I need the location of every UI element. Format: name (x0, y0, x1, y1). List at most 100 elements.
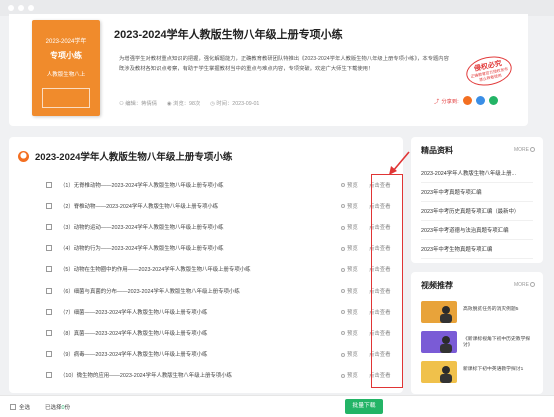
resource-header-card: 2023-2024学年 专项小练 人教版生物八上 2023-2024学年人教版生… (9, 14, 528, 126)
cover-subtitle: 人教版生物八上 (46, 72, 86, 78)
preview-icon (341, 331, 345, 336)
videos-more-link[interactable]: MORE (514, 282, 535, 288)
resources-more-link[interactable]: MORE (514, 147, 535, 153)
window-dot-3 (28, 5, 34, 11)
file-title[interactable]: （4）动物的行为——2023-2024学年人教版生物八年级上册专项小练 (60, 244, 224, 252)
teacher-portrait-icon (440, 366, 452, 383)
resource-link[interactable]: 2023年中考历史真题专项汇编（最新中） (421, 207, 519, 215)
row-checkbox[interactable] (46, 223, 52, 230)
row-checkbox[interactable] (46, 266, 52, 273)
wechat-share-icon[interactable] (488, 96, 498, 105)
divider (421, 258, 533, 259)
time-label: 时间： (216, 101, 233, 107)
preview-icon (341, 352, 345, 357)
teacher-portrait-icon (440, 336, 452, 353)
divider (421, 220, 533, 221)
table-row: （10）微生物的应用——2023-2024学年人教版生物八年级上册专项小练 预览点… (9, 365, 403, 386)
resource-description: 为增强学生对教材重点知识的把握，强化解题能力，正确教育教研团队特推出《2023-… (119, 56, 449, 72)
editor-name: 蒋倩倩 (141, 101, 158, 107)
file-title[interactable]: （8）真菌——2023-2024学年人教版生物八年级上册专项小练 (60, 329, 207, 337)
preview-icon (341, 183, 345, 188)
row-checkbox[interactable] (46, 308, 52, 315)
list-title: 2023-2024学年人教版生物八年级上册专项小练 (35, 152, 233, 163)
resources-panel: 精品资料 MORE 2023-2024学年人教版生物八年级上册... 2023年中… (411, 137, 543, 263)
time-value: 2023-09-01 (232, 101, 260, 107)
file-title[interactable]: （3）动物的运动——2023-2024学年人教版生物八年级上册专项小练 (60, 223, 224, 231)
file-title[interactable]: （10）微生物的应用——2023-2024学年人教版生物八年级上册专项小练 (60, 371, 232, 379)
video-title[interactable]: 高效脱贫任务的消灭例题5 (463, 307, 535, 313)
row-checkbox[interactable] (46, 372, 52, 379)
cover-title: 专项小练 (50, 51, 82, 60)
preview-button[interactable]: 预览 (341, 287, 358, 295)
share-icon: ⤴ (434, 98, 440, 105)
preview-button[interactable]: 预览 (341, 265, 358, 273)
preview-label: 预览 (347, 288, 358, 295)
more-icon (530, 282, 535, 288)
row-checkbox[interactable] (46, 329, 52, 336)
preview-icon (341, 246, 345, 251)
divider (421, 201, 533, 202)
resource-link[interactable]: 2023年中考道德与法治真题专项汇编 (421, 226, 508, 234)
preview-label: 预览 (347, 352, 358, 359)
preview-button[interactable]: 预览 (341, 181, 358, 189)
file-title[interactable]: （2）脊椎动物——2023-2024学年人教版生物八年级上册专项小练 (60, 202, 218, 210)
video-title[interactable]: 新课标下初中英语教学探讨1 (463, 367, 535, 373)
video-thumbnail[interactable] (421, 331, 457, 353)
window-dot-1 (8, 5, 14, 11)
row-checkbox[interactable] (46, 181, 52, 188)
resource-link[interactable]: 2023年中考真题专项汇编 (421, 188, 482, 196)
file-title[interactable]: （9）病毒——2023-2024学年人教版生物八年级上册专项小练 (60, 350, 207, 358)
video-thumbnail[interactable] (421, 361, 457, 383)
file-title[interactable]: （1）无脊椎动物——2023-2024学年人教版生物八年级上册专项小练 (60, 181, 224, 189)
time-meta: ◷ 时间：2023-09-01 (210, 99, 259, 107)
file-list-card: ⬤ 2023-2024学年人教版生物八年级上册专项小练 （1）无脊椎动物——20… (9, 137, 410, 393)
selected-count: 已选择0份 (45, 403, 70, 411)
preview-button[interactable]: 预览 (341, 244, 358, 252)
share-label: 分享到: (441, 98, 459, 105)
preview-button[interactable]: 预览 (341, 371, 358, 379)
preview-label: 预览 (347, 182, 358, 189)
table-row: （2）脊椎动物——2023-2024学年人教版生物八年级上册专项小练 预览 点击查看 (9, 195, 403, 216)
row-checkbox[interactable] (46, 245, 52, 252)
video-thumbnail[interactable] (421, 301, 457, 323)
preview-button[interactable]: 预览 (341, 350, 358, 358)
resources-more-label: MORE (514, 147, 529, 153)
video-title[interactable]: 《新课标视角下初中历史教学探讨》 (463, 337, 535, 349)
bottom-bar: 全选 已选择0份 批量下载 (0, 395, 554, 417)
row-checkbox[interactable] (46, 287, 52, 294)
preview-button[interactable]: 预览 (341, 223, 358, 231)
file-list: （1）无脊椎动物——2023-2024学年人教版生物八年级上册专项小练 预览 点击查… (9, 174, 403, 386)
row-checkbox[interactable] (46, 202, 52, 209)
select-all-checkbox[interactable]: 全选 (10, 403, 30, 411)
preview-button[interactable]: 预览 (341, 329, 358, 337)
videos-panel: 视频推荐 MORE 高效脱贫任务的消灭例题5 《新课标视角下初中历史教学探讨》新课… (411, 272, 543, 394)
checkbox-box (10, 404, 16, 410)
weibo-share-icon[interactable] (462, 96, 472, 105)
table-row: （9）病毒——2023-2024学年人教版生物八年级上册专项小练 预览 点击查看 (9, 344, 403, 365)
selected-suffix: 份 (64, 405, 71, 411)
preview-icon (341, 310, 345, 315)
divider (421, 239, 533, 240)
cover-frame (42, 88, 90, 108)
file-title[interactable]: （6）细菌与真菌的分布——2023-2024学年人教版生物八年级上册专项小练 (60, 287, 240, 295)
preview-icon (341, 204, 345, 209)
window-dot-2 (18, 5, 24, 11)
preview-button[interactable]: 预览 (341, 202, 358, 210)
views-count: 98次 (189, 101, 201, 107)
file-title[interactable]: （5）动物在生物圈中的作用——2023-2024学年人教版生物八年级上册专项小练 (60, 265, 251, 273)
batch-download-button[interactable]: 批量下载 (345, 399, 383, 414)
videos-title: 视频推荐 (421, 281, 453, 290)
preview-label: 预览 (347, 246, 358, 253)
row-checkbox[interactable] (46, 351, 52, 358)
preview-button[interactable]: 预览 (341, 308, 358, 316)
preview-label: 预览 (347, 330, 358, 337)
resource-link[interactable]: 2023-2024学年人教版生物八年级上册... (421, 169, 516, 177)
file-title[interactable]: （7）细菌——2023-2024学年人教版生物八年级上册专项小练 (60, 308, 207, 316)
preview-label: 预览 (347, 203, 358, 210)
divider (421, 182, 533, 183)
resource-link[interactable]: 2023年中考生物真题专项汇编 (421, 245, 492, 253)
videos-more-label: MORE (514, 282, 529, 288)
preview-label: 预览 (347, 224, 358, 231)
qq-share-icon[interactable] (475, 96, 485, 105)
selected-prefix: 已选择 (45, 405, 62, 411)
